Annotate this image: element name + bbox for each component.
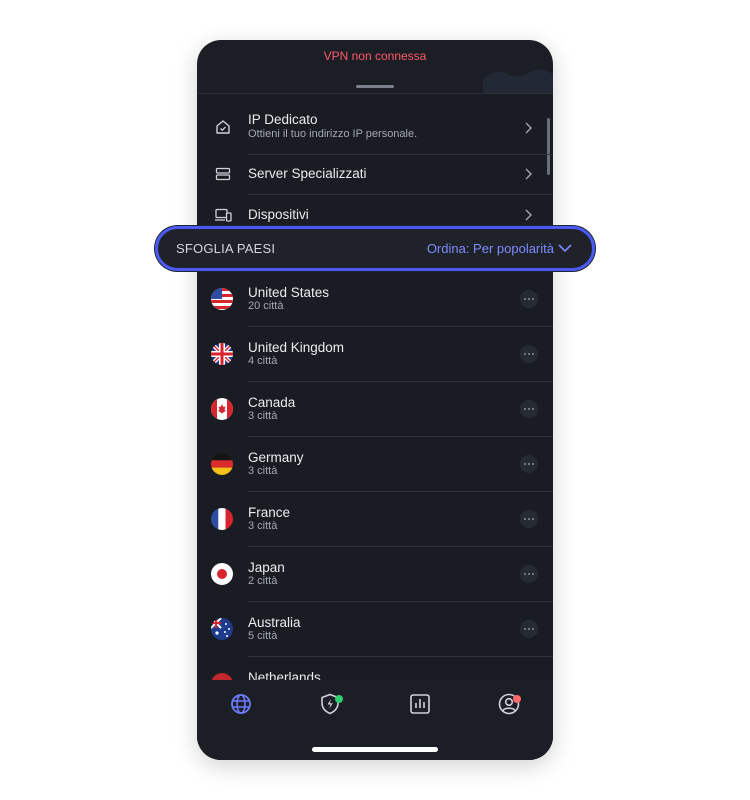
sort-dropdown[interactable]: Ordina: Per popolarità <box>427 241 554 256</box>
chevron-right-icon <box>525 122 532 134</box>
sheet-handle[interactable] <box>356 85 394 88</box>
menu-item-specialized-servers[interactable]: Server Specializzati <box>197 154 553 194</box>
country-name: Japan <box>248 560 285 575</box>
country-cities: 2 città <box>248 575 278 587</box>
status-dot-green <box>335 695 343 703</box>
country-item-australia[interactable]: Australia 5 città <box>197 606 553 661</box>
browse-countries-bar: SFOGLIA PAESI Ordina: Per popolarità <box>155 226 595 271</box>
phone-screen: VPN non connessa IP Dedicato Ottieni il … <box>197 40 553 760</box>
menu-item-title: IP Dedicato <box>248 112 318 127</box>
stats-icon[interactable] <box>408 692 432 716</box>
vpn-status-text: VPN non connessa <box>323 49 427 63</box>
uk-flag-icon <box>211 343 233 365</box>
country-cities: 3 città <box>248 410 278 422</box>
country-item-canada[interactable]: Canada 3 città <box>197 386 553 441</box>
japan-flag-icon <box>211 563 233 585</box>
server-icon <box>215 167 231 181</box>
country-name: Germany <box>248 450 304 465</box>
more-options-button[interactable] <box>520 290 538 308</box>
country-cities: 20 città <box>248 300 284 312</box>
us-flag-icon <box>211 288 233 310</box>
more-options-button[interactable] <box>520 620 538 638</box>
country-cities: 5 città <box>248 630 278 642</box>
country-name: Australia <box>248 615 301 630</box>
country-item-united-kingdom[interactable]: United Kingdom 4 città <box>197 331 553 386</box>
more-options-button[interactable] <box>520 455 538 473</box>
country-item-united-states[interactable]: United States 20 città <box>197 276 553 331</box>
devices-icon <box>215 208 232 222</box>
country-item-france[interactable]: France 3 città <box>197 496 553 551</box>
browse-countries-label: SFOGLIA PAESI <box>176 241 276 256</box>
home-indicator[interactable] <box>312 747 438 752</box>
divider <box>248 491 553 492</box>
more-options-button[interactable] <box>520 345 538 363</box>
country-name: France <box>248 505 291 520</box>
france-flag-icon <box>211 508 233 530</box>
divider <box>248 546 553 547</box>
country-cities: 4 città <box>248 355 278 367</box>
menu-item-subtitle: Ottieni il tuo indirizzo IP personale. <box>248 128 418 140</box>
germany-flag-icon <box>211 453 233 475</box>
divider <box>248 601 553 602</box>
country-name: Canada <box>248 395 296 410</box>
menu-item-title: Dispositivi <box>248 207 309 222</box>
menu-item-title: Server Specializzati <box>248 166 367 181</box>
chevron-down-icon[interactable] <box>558 243 572 253</box>
country-name: United Kingdom <box>248 340 345 355</box>
divider <box>248 381 553 382</box>
more-options-button[interactable] <box>520 565 538 583</box>
country-name: United States <box>248 285 330 300</box>
country-item-germany[interactable]: Germany 3 città <box>197 441 553 496</box>
country-cities: 3 città <box>248 520 278 532</box>
divider <box>248 436 553 437</box>
notification-dot-red <box>513 695 521 703</box>
more-options-button[interactable] <box>520 510 538 528</box>
chevron-right-icon <box>525 168 532 180</box>
globe-icon[interactable] <box>229 692 253 716</box>
home-shield-icon <box>216 120 230 134</box>
chevron-right-icon <box>525 209 532 221</box>
menu-item-dedicated-ip[interactable]: IP Dedicato Ottieni il tuo indirizzo IP … <box>197 107 553 147</box>
divider <box>248 656 553 657</box>
country-cities: 3 città <box>248 465 278 477</box>
more-options-button[interactable] <box>520 400 538 418</box>
status-bar: VPN non connessa <box>197 40 553 100</box>
australia-flag-icon <box>211 618 233 640</box>
country-item-japan[interactable]: Japan 2 città <box>197 551 553 606</box>
canada-flag-icon <box>211 398 233 420</box>
divider <box>248 326 553 327</box>
